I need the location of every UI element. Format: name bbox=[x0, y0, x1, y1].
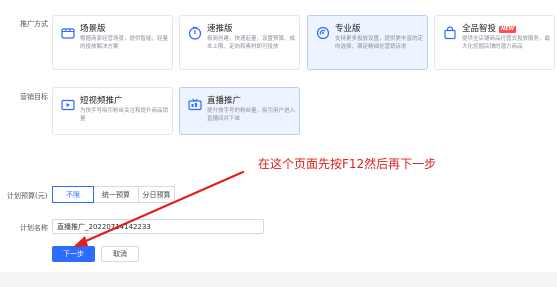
next-step-button[interactable]: 下一步 bbox=[52, 246, 95, 262]
promo-card-desc: 提供全店铺商品托管式投放服务，最大化挖掘店铺的潜力商品 bbox=[462, 36, 551, 50]
promo-method-label: 推广方式 bbox=[20, 20, 48, 28]
plan-name-label: 计划名称 bbox=[20, 224, 48, 232]
video-icon bbox=[61, 97, 75, 111]
budget-option-unlimited[interactable]: 不限 bbox=[52, 186, 94, 203]
new-badge: NEW bbox=[499, 26, 517, 33]
goal-card-short-video[interactable]: 短视频推广 为快手号吸引粉丝关注和提升商品销量 bbox=[52, 87, 173, 135]
promo-card-desc: 根据商家经营场景，提供智能、轻量的投放解决方案 bbox=[80, 36, 169, 50]
pro-icon bbox=[316, 25, 330, 40]
live-icon bbox=[188, 97, 202, 111]
marketing-goal-label: 营销目标 bbox=[20, 93, 48, 101]
page-footer bbox=[0, 272, 557, 287]
promo-card-scene[interactable]: 场景版 根据商家经营场景，提供智能、轻量的投放解决方案 bbox=[52, 15, 173, 70]
cancel-button[interactable]: 取消 bbox=[101, 246, 139, 262]
promo-card-desc: 支持更多投放设置，提供更丰富的定向选择，满足精细化营销诉求 bbox=[335, 36, 424, 50]
promo-card-title: 速推版 bbox=[207, 24, 233, 34]
budget-option-daily[interactable]: 分日预算 bbox=[138, 186, 175, 203]
promo-card-title: 全品智投 NEW bbox=[462, 22, 517, 34]
promo-card-smart[interactable]: 全品智投 NEW 提供全店铺商品托管式投放服务，最大化挖掘店铺的潜力商品 bbox=[434, 15, 555, 70]
promo-card-title: 专业版 bbox=[335, 24, 361, 34]
scene-icon bbox=[61, 25, 75, 39]
goal-card-desc: 为快手号吸引粉丝关注和提升商品销量 bbox=[80, 108, 169, 122]
promo-card-desc: 极简创建，快速起量，设置预算、成本上限、定向和素材即可投放 bbox=[207, 36, 296, 50]
plan-name-input[interactable] bbox=[52, 219, 264, 234]
promo-card-title-text: 全品智投 bbox=[462, 24, 497, 34]
annotation-text: 在这个页面先按F12然后再下一步 bbox=[258, 157, 437, 171]
budget-option-unified[interactable]: 统一预算 bbox=[93, 186, 139, 203]
goal-card-desc: 提升快手号的粉丝量，吸引用户进入直播间并下单 bbox=[207, 108, 296, 122]
promo-card-title: 场景版 bbox=[80, 24, 106, 34]
bag-icon bbox=[443, 25, 457, 40]
promo-card-fast[interactable]: 速推版 极简创建，快速起量，设置预算、成本上限、定向和素材即可投放 bbox=[179, 15, 300, 70]
budget-label: 计划预算(元) bbox=[7, 192, 48, 200]
fast-icon bbox=[188, 25, 202, 40]
promo-card-pro[interactable]: 专业版 支持更多投放设置，提供更丰富的定向选择，满足精细化营销诉求 bbox=[307, 15, 428, 70]
goal-card-title: 短视频推广 bbox=[80, 96, 123, 106]
goal-card-live[interactable]: 直播推广 提升快手号的粉丝量，吸引用户进入直播间并下单 bbox=[179, 87, 300, 135]
goal-card-title: 直播推广 bbox=[207, 96, 242, 106]
